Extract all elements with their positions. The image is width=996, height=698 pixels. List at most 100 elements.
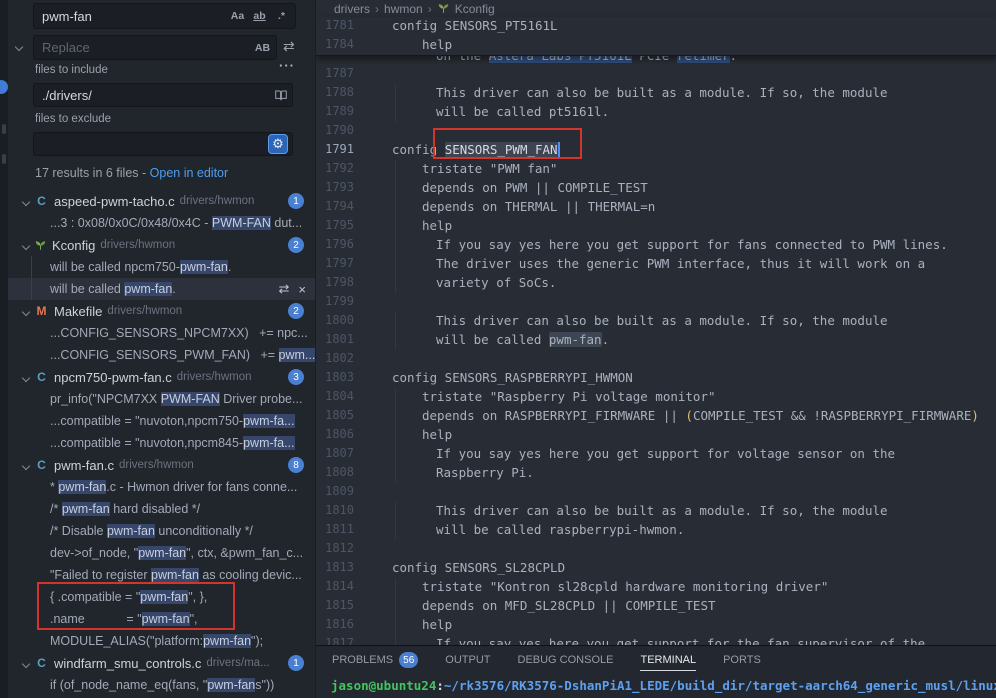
search-match-row[interactable]: /* pwm-fan hard disabled */ xyxy=(8,498,315,520)
brk-segment: ( xyxy=(685,408,693,423)
text-segment: will be called xyxy=(50,282,124,296)
close-icon[interactable]: × xyxy=(298,282,306,297)
code-line[interactable]: 1811will be called raspberrypi-hwmon. xyxy=(316,521,996,540)
search-match-row[interactable]: ...3 : 0x08/0x0C/0x48/0x4C - PWM-FAN dut… xyxy=(8,212,315,234)
code-line[interactable]: 1807If you say yes here you get support … xyxy=(316,445,996,464)
panel-tab-terminal[interactable]: TERMINAL xyxy=(640,646,696,674)
chevron-down-icon[interactable] xyxy=(23,192,29,210)
text-segment: If you say yes here you get support for … xyxy=(436,636,925,645)
code-line[interactable]: 1788This driver can also be built as a m… xyxy=(316,84,996,103)
code-line[interactable]: 1800This driver can also be built as a m… xyxy=(316,312,996,331)
search-input[interactable]: pwm-fan Aa ab .* xyxy=(33,3,296,29)
search-match-row[interactable]: will be called pwm-fan.⇄× xyxy=(8,278,315,300)
code-line[interactable]: 1812 xyxy=(316,540,996,559)
code-line[interactable]: 1799 xyxy=(316,293,996,312)
search-result-file-row[interactable]: Cnpcm750-pwm-fan.cdrivers/hwmon3 xyxy=(8,366,315,388)
code-line[interactable]: 1793depends on PWM || COMPILE_TEST xyxy=(316,179,996,198)
sticky-scroll[interactable]: 1781config SENSORS_PT5161L1784help xyxy=(316,17,996,56)
breadcrumb[interactable]: drivers›hwmon›Kconfig xyxy=(334,0,495,17)
search-match-row[interactable]: ...compatible = "nuvoton,npcm750-pwm-fa.… xyxy=(8,410,315,432)
code-line[interactable]: 1790 xyxy=(316,122,996,141)
code-line[interactable]: 1796If you say yes here you get support … xyxy=(316,236,996,255)
panel-tab-problems[interactable]: PROBLEMS56 xyxy=(332,646,418,674)
book-icon[interactable] xyxy=(274,89,288,102)
code-line[interactable]: 1805depends on RASPBERRYPI_FIRMWARE || (… xyxy=(316,407,996,426)
code-line[interactable]: 1787 xyxy=(316,65,996,84)
editor-pane[interactable]: drivers›hwmon›Kconfig 17871788This drive… xyxy=(315,0,996,645)
files-to-exclude-input[interactable]: ⚙ xyxy=(33,132,293,156)
code-line[interactable]: 1789will be called pt5161l. xyxy=(316,103,996,122)
chevron-down-icon[interactable] xyxy=(23,654,29,672)
code-line[interactable]: 1804tristate "Raspberry Pi voltage monit… xyxy=(316,388,996,407)
brk-segment: ) xyxy=(971,408,979,423)
code-line[interactable]: 1797The driver uses the generic PWM inte… xyxy=(316,255,996,274)
gear-icon[interactable]: ⚙ xyxy=(268,134,288,154)
code-line[interactable]: 1809 xyxy=(316,483,996,502)
more-actions-icon[interactable]: ··· xyxy=(279,58,295,73)
toggle-replace-button[interactable] xyxy=(11,40,27,56)
code-line[interactable]: 1801will be called pwm-fan. xyxy=(316,331,996,350)
whole-word-icon[interactable]: ab xyxy=(250,7,269,26)
code-line[interactable]: 1803config SENSORS_RASPBERRYPI_HWMON xyxy=(316,369,996,388)
search-match-row[interactable]: * pwm-fan.c - Hwmon driver for fans conn… xyxy=(8,476,315,498)
code-line[interactable]: 1794depends on THERMAL || THERMAL=n xyxy=(316,198,996,217)
search-match-row[interactable]: .name = "pwm-fan", xyxy=(8,608,315,630)
code-line[interactable]: 1808Raspberry Pi. xyxy=(316,464,996,483)
breadcrumb-item[interactable]: hwmon xyxy=(384,2,423,16)
text-segment: dev->of_node, " xyxy=(50,546,138,560)
panel-tab-output[interactable]: OUTPUT xyxy=(445,646,490,674)
code-line[interactable]: 1817If you say yes here you get support … xyxy=(316,635,996,645)
search-match-row[interactable]: pr_info("NPCM7XX PWM-FAN Driver probe... xyxy=(8,388,315,410)
breadcrumb-item[interactable]: Kconfig xyxy=(455,2,495,16)
match-case-icon[interactable]: Aa xyxy=(228,7,247,26)
code-line[interactable]: 1795help xyxy=(316,217,996,236)
search-match-row[interactable]: /* Disable pwm-fan unconditionally */ xyxy=(8,520,315,542)
search-result-file-row[interactable]: Caspeed-pwm-tacho.cdrivers/hwmon1 xyxy=(8,190,315,212)
replace-all-icon[interactable]: ⇄ xyxy=(283,38,295,55)
search-match-row[interactable]: MODULE_ALIAS("platform:pwm-fan"); xyxy=(8,630,315,652)
code-line[interactable]: 1798variety of SoCs. xyxy=(316,274,996,293)
code-line[interactable]: 1814tristate "Kontron sl28cpld hardware … xyxy=(316,578,996,597)
code-line[interactable]: 1792tristate "PWM fan" xyxy=(316,160,996,179)
chevron-down-icon[interactable] xyxy=(23,236,29,254)
code-line[interactable]: 1791config SENSORS_PWM_FAN xyxy=(316,141,996,160)
code-line[interactable]: 1806help xyxy=(316,426,996,445)
code-line[interactable]: 1816help xyxy=(316,616,996,635)
search-result-file-row[interactable]: Cpwm-fan.cdrivers/hwmon8 xyxy=(8,454,315,476)
files-to-include-input[interactable]: ./drivers/ xyxy=(33,83,293,107)
panel-tab-debug-console[interactable]: DEBUG CONSOLE xyxy=(518,646,614,674)
regex-icon[interactable]: .* xyxy=(272,7,291,26)
search-match-row[interactable]: will be called npcm750-pwm-fan. xyxy=(8,256,315,278)
search-match-row[interactable]: ...compatible = "nuvoton,npcm845-pwm-fa.… xyxy=(8,432,315,454)
replace-icon[interactable]: ⇄ xyxy=(279,281,290,297)
code-line[interactable]: 1815depends on MFD_SL28CPLD || COMPILE_T… xyxy=(316,597,996,616)
search-result-file-row[interactable]: Kconfigdrivers/hwmon2 xyxy=(8,234,315,256)
sticky-line[interactable]: 1784help xyxy=(316,36,996,55)
search-match-row[interactable]: ...CONFIG_SENSORS_PWM_FAN) += pwm... xyxy=(8,344,315,366)
open-in-editor-link[interactable]: Open in editor xyxy=(150,166,229,180)
search-match-row[interactable]: dev->of_node, "pwm-fan", ctx, &pwm_fan_c… xyxy=(8,542,315,564)
chevron-down-icon[interactable] xyxy=(23,456,29,474)
search-match-row[interactable]: if (of_node_name_eq(fans, "pwm-fans")) xyxy=(8,674,315,696)
chevron-down-icon[interactable] xyxy=(23,368,29,386)
hl-segment: pwm-fan xyxy=(151,568,199,582)
search-match-row[interactable]: { .compatible = "pwm-fan", }, xyxy=(8,586,315,608)
line-number: 1794 xyxy=(316,199,354,213)
code-line[interactable]: 1802 xyxy=(316,350,996,369)
sticky-line[interactable]: 1781config SENSORS_PT5161L xyxy=(316,17,996,36)
code-line[interactable]: 1813config SENSORS_SL28CPLD xyxy=(316,559,996,578)
preserve-case-icon[interactable]: AB xyxy=(253,38,272,57)
chevron-down-icon[interactable] xyxy=(23,302,29,320)
replace-input[interactable]: Replace AB xyxy=(33,35,277,60)
breadcrumb-item[interactable]: drivers xyxy=(334,2,370,16)
text-segment: If you say yes here you get support for … xyxy=(436,446,895,461)
code-line[interactable]: 1810This driver can also be built as a m… xyxy=(316,502,996,521)
search-result-file-row[interactable]: MMakefiledrivers/hwmon2 xyxy=(8,300,315,322)
search-match-row[interactable]: ...CONFIG_SENSORS_NPCM7XX) += npc... xyxy=(8,322,315,344)
breadcrumb-separator: › xyxy=(428,2,432,16)
text-segment: depends on RASPBERRYPI_FIRMWARE || xyxy=(422,408,685,423)
search-match-row[interactable]: "Failed to register pwm-fan as cooling d… xyxy=(8,564,315,586)
search-result-file-row[interactable]: Cwindfarm_smu_controls.cdrivers/ma...1 xyxy=(8,652,315,674)
terminal-prompt[interactable]: jason@ubuntu24:~/rk3576/RK3576-DshanPiA1… xyxy=(316,674,996,693)
panel-tab-ports[interactable]: PORTS xyxy=(723,646,761,674)
